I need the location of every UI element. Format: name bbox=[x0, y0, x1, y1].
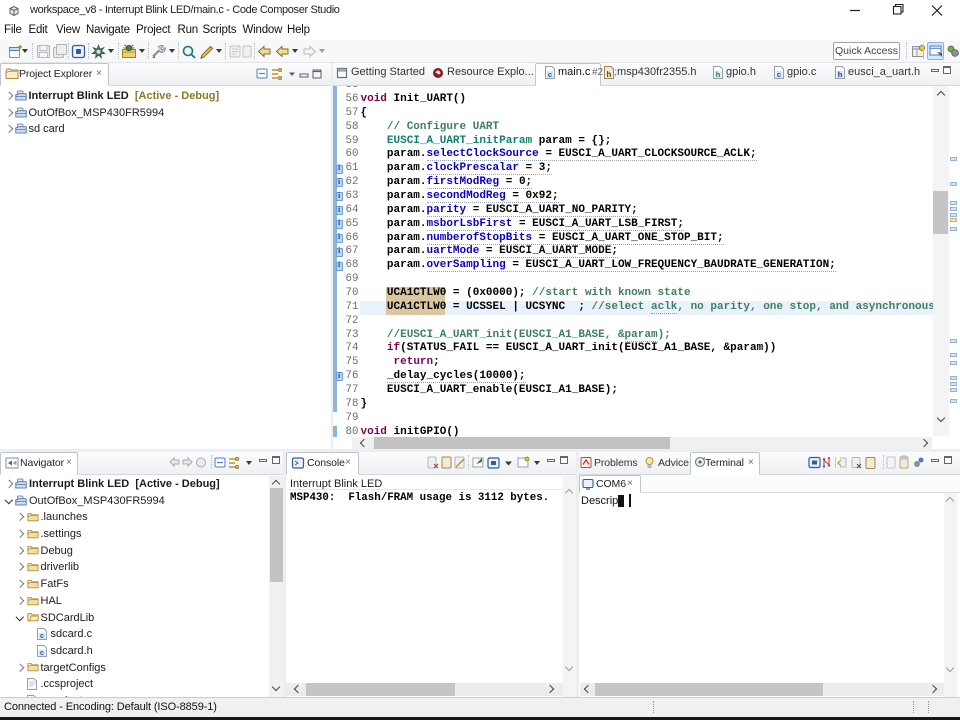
svg-text:c: c bbox=[40, 650, 44, 657]
svg-text:c: c bbox=[40, 633, 44, 640]
svg-text:h: h bbox=[716, 70, 721, 79]
svg-text:h: h bbox=[838, 70, 843, 79]
svg-text:c: c bbox=[777, 70, 781, 79]
svg-text:h: h bbox=[607, 70, 612, 79]
svg-text:c: c bbox=[548, 70, 552, 79]
